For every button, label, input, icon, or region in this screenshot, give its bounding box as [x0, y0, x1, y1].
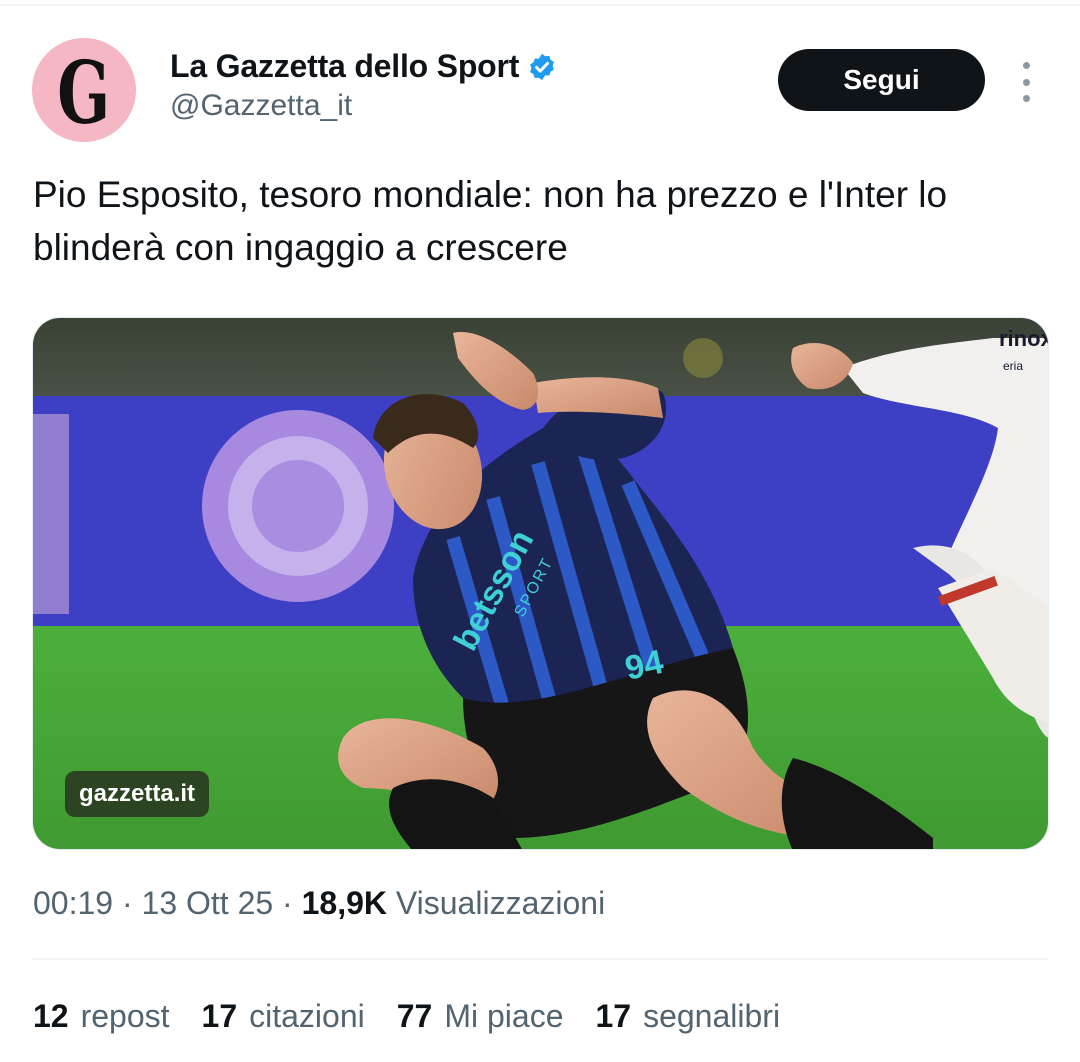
top-divider	[0, 4, 1080, 6]
verified-badge-icon	[530, 53, 555, 80]
avatar[interactable]: G	[32, 38, 136, 142]
stat-number: 17	[201, 998, 238, 1034]
handle[interactable]: @Gazzetta_it	[170, 89, 557, 123]
media-source-badge: gazzetta.it	[65, 771, 210, 817]
engagement-stats: 12 repost 17 citazioni 77 Mi piace 17 se…	[33, 998, 780, 1035]
dot	[1022, 62, 1030, 69]
tweet-meta: 00:19 · 13 Ott 25 · 18,9K Visualizzazion…	[33, 885, 605, 922]
views-label: Visualizzazioni	[395, 885, 606, 921]
dot	[1022, 78, 1030, 86]
stat-quotes[interactable]: 17 citazioni	[202, 998, 365, 1035]
opponent-sponsor-text: rinox	[999, 326, 1049, 351]
author-info: La Gazzetta dello Sport @Gazzetta_it	[170, 48, 557, 123]
stat-label: Mi piace	[444, 998, 564, 1034]
display-name[interactable]: La Gazzetta dello Sport	[170, 48, 519, 85]
meta-separator: ·	[121, 885, 133, 921]
stat-label: citazioni	[249, 998, 365, 1034]
stats-divider	[32, 958, 1048, 960]
stat-number: 77	[396, 998, 433, 1034]
stat-reposts[interactable]: 12 repost	[33, 998, 170, 1035]
opponent-sponsor-sub-text: eria	[1003, 359, 1023, 373]
more-vertical-icon[interactable]	[1016, 62, 1036, 102]
views-count: 18,9K	[301, 885, 387, 921]
tweet-header: G La Gazzetta dello Sport @Gazzetta_it S…	[32, 38, 1048, 144]
stat-number: 12	[33, 998, 69, 1034]
stat-label: repost	[80, 998, 170, 1034]
name-row: La Gazzetta dello Sport	[170, 48, 557, 85]
meta-separator: ·	[282, 885, 293, 921]
tweet-date[interactable]: 13 Ott 25	[142, 885, 274, 921]
avatar-logo-letter: G	[57, 43, 111, 142]
tweet-text: Pio Esposito, tesoro mondiale: non ha pr…	[33, 174, 948, 268]
stat-bookmarks[interactable]: 17 segnalibri	[595, 998, 780, 1035]
jersey-number-text: 94	[622, 643, 667, 688]
follow-button[interactable]: Segui	[778, 49, 985, 111]
dot	[1022, 95, 1030, 102]
stat-likes[interactable]: 77 Mi piace	[397, 998, 564, 1035]
stat-label: segnalibri	[643, 998, 781, 1034]
stat-number: 17	[595, 998, 632, 1034]
tweet-time[interactable]: 00:19	[33, 885, 113, 921]
tweet-media-photo[interactable]: betsson SPORT 94 rinox eria gazzetta.it	[32, 317, 1049, 850]
